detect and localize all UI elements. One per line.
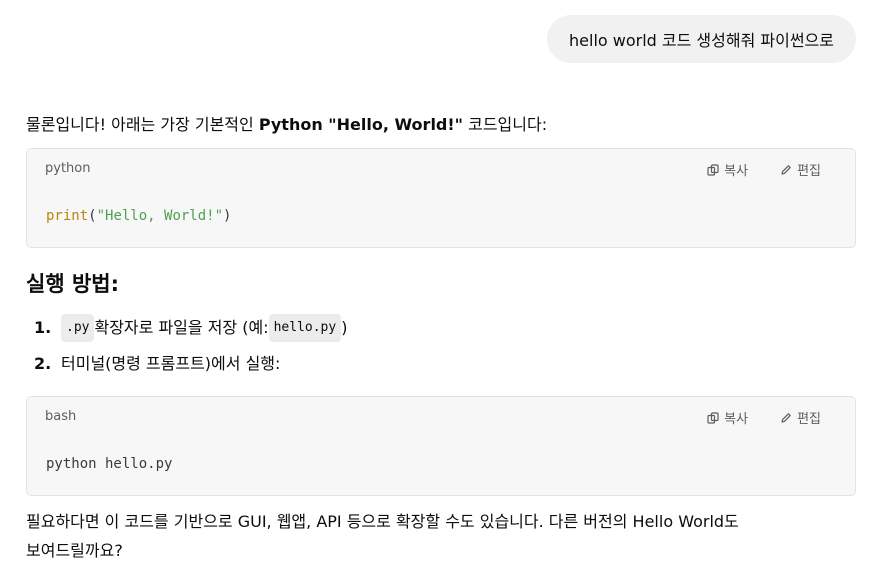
code-content: print("Hello, World!") [46, 208, 231, 224]
code-token-paren-open: ( [88, 208, 97, 224]
pencil-icon [781, 164, 791, 175]
user-message-text: hello world 코드 생성해줘 파이썬으로 [569, 31, 834, 50]
code-token-string: "Hello, World!" [96, 208, 224, 224]
code-language-label: python [45, 161, 91, 176]
intro-text: 물론입니다! 아래는 가장 기본적인 [26, 115, 259, 134]
outro-line-2: 보여드릴까요? [26, 541, 123, 560]
outro-line-1: 필요하다면 이 코드를 기반으로 GUI, 웹앱, API 등으로 확장할 수도… [26, 512, 739, 531]
code-block-python: python 복사 편집 print("Hello, World!") [26, 148, 856, 248]
copy-icon [707, 411, 719, 424]
copy-button[interactable]: 복사 [707, 408, 748, 427]
step-text: 터미널(명령 프롬프트)에서 실행: [61, 354, 281, 373]
step-number: 2. [34, 354, 52, 373]
code-block-bash: bash 복사 편집 python hello.py [26, 396, 856, 496]
intro-text-after: 코드입니다: [463, 115, 548, 134]
code-actions: 복사 편집 [707, 160, 821, 179]
edit-label: 편집 [797, 164, 821, 179]
edit-label: 편집 [797, 412, 821, 427]
step-1: 1. .py 확장자로 파일을 저장 (예: hello.py) [26, 314, 347, 342]
user-message-bubble: hello world 코드 생성해줘 파이썬으로 [547, 15, 856, 63]
step-text: ) [341, 318, 348, 337]
step-number: 1. [34, 318, 52, 337]
run-instructions-heading: 실행 방법: [26, 272, 119, 296]
edit-button[interactable]: 편집 [780, 408, 821, 427]
code-actions: 복사 편집 [707, 408, 821, 427]
inline-code: .py [61, 314, 95, 342]
copy-icon [707, 163, 719, 176]
copy-label: 복사 [724, 164, 749, 179]
copy-label: 복사 [724, 412, 749, 427]
copy-button[interactable]: 복사 [707, 160, 748, 179]
step-text: 확장자로 파일을 저장 (예: [94, 318, 269, 337]
edit-button[interactable]: 편집 [780, 160, 821, 179]
code-token-paren-close: ) [223, 208, 232, 224]
code-content: python hello.py [46, 456, 173, 472]
assistant-intro: 물론입니다! 아래는 가장 기본적인 Python "Hello, World!… [26, 111, 547, 139]
pencil-icon [781, 412, 791, 423]
code-language-label: bash [45, 409, 77, 424]
inline-code: hello.py [268, 314, 342, 342]
step-2: 2. 터미널(명령 프롬프트)에서 실행: [26, 352, 280, 376]
code-token-function: print [46, 208, 89, 224]
intro-bold: Python "Hello, World!" [258, 115, 464, 134]
